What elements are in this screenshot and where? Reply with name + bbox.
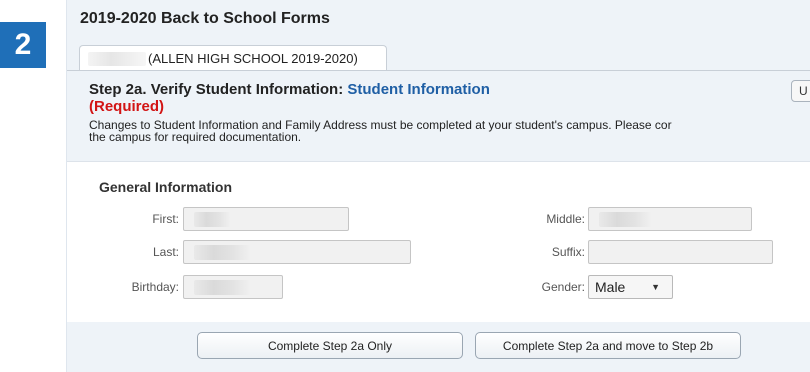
step-header: Step 2a. Verify Student Information: Stu…	[67, 71, 810, 161]
form-title: 2019-2020 Back to School Forms	[80, 10, 330, 27]
first-name-field[interactable]	[183, 207, 349, 231]
tab-label: (ALLEN HIGH SCHOOL 2019-2020)	[148, 51, 358, 66]
action-bar: Complete Step 2a Only Complete Step 2a a…	[67, 322, 810, 372]
last-name-label: Last:	[152, 245, 179, 259]
gender-select[interactable]: Male ▼	[588, 275, 673, 299]
complete-step-2a-move-2b-button[interactable]: Complete Step 2a and move to Step 2b	[475, 332, 741, 359]
step-number-badge: 2	[0, 22, 46, 68]
redacted-value	[599, 212, 651, 227]
notice-line-2: the campus for required documentation.	[89, 130, 302, 144]
middle-name-label: Middle:	[546, 212, 585, 226]
section-heading: General Information	[99, 179, 233, 195]
update-button[interactable]: U	[791, 80, 810, 102]
redacted-student-name	[88, 51, 146, 66]
step-title-prefix: Step 2a. Verify Student Information:	[89, 81, 344, 98]
suffix-label: Suffix:	[551, 245, 585, 259]
gender-label: Gender:	[541, 280, 585, 294]
redacted-value	[194, 280, 250, 295]
last-name-field[interactable]	[183, 240, 411, 264]
birthday-field[interactable]	[183, 275, 283, 299]
gender-value: Male	[595, 279, 626, 295]
step-section-name: Student Information	[347, 81, 490, 98]
tab-student[interactable]: (ALLEN HIGH SCHOOL 2019-2020)	[79, 45, 387, 71]
notice-text: Changes to Student Information and Famil…	[89, 119, 810, 143]
step-title: Step 2a. Verify Student Information: Stu…	[89, 81, 490, 98]
redacted-value	[194, 212, 230, 227]
form-panel: 2019-2020 Back to School Forms (ALLEN HI…	[66, 0, 810, 372]
first-name-label: First:	[152, 212, 179, 226]
middle-name-field[interactable]	[588, 207, 752, 231]
birthday-label: Birthday:	[131, 280, 179, 294]
suffix-field[interactable]	[588, 240, 773, 264]
complete-step-2a-button[interactable]: Complete Step 2a Only	[197, 332, 463, 359]
general-information-section: General Information First: Middle: Last:…	[67, 161, 810, 323]
redacted-value	[194, 245, 250, 260]
required-label: (Required)	[89, 98, 164, 115]
chevron-down-icon: ▼	[651, 282, 660, 292]
